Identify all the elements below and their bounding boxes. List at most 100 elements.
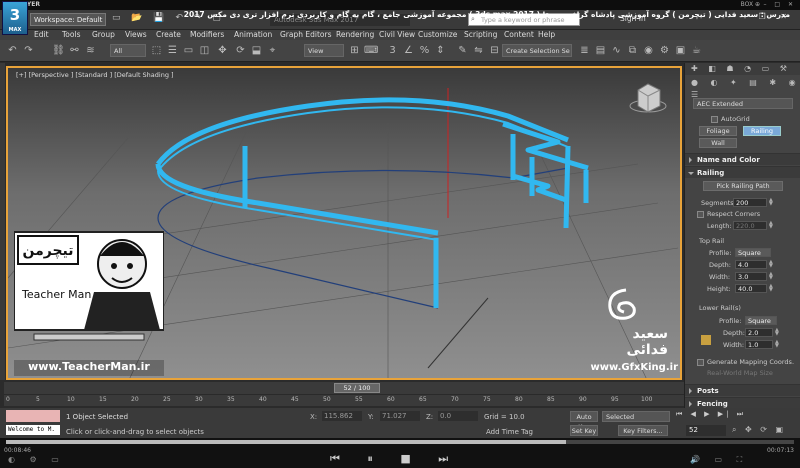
segments-field[interactable]: 200 [733,198,767,207]
menu-group[interactable]: Group [92,30,115,40]
render-frame-icon[interactable]: ▣ [674,44,687,57]
schematic-icon[interactable]: ⧉ [626,44,639,57]
place-icon[interactable]: ⌖ [266,44,279,57]
scale-icon[interactable]: ⬓ [250,44,263,57]
viewcube[interactable] [629,83,667,113]
length-field[interactable]: 220.0 [733,221,767,230]
menu-create[interactable]: Create [156,30,181,40]
move-icon[interactable]: ✥ [216,44,229,57]
maxscript-input[interactable]: Welcome to M. [6,425,60,435]
menu-customize[interactable]: Customize [418,30,457,40]
percent-snap-icon[interactable]: % [418,44,431,57]
player-right-icons[interactable]: 🔊 ▭ ⛶ [690,455,748,465]
menu-views[interactable]: Views [125,30,147,40]
menu-tools[interactable]: Tools [62,30,80,40]
key-mode-dropdown[interactable]: Selected [602,411,670,422]
player-window-controls[interactable]: – □ ✕ [763,0,796,10]
menu-modifiers[interactable]: Modifiers [190,30,224,40]
rollout-railing[interactable]: Railing [685,166,800,178]
segments-spinner[interactable]: ▲ ▼ [769,198,773,207]
snap-icon[interactable]: 3 [386,44,399,57]
ribbon-icon[interactable]: ▤ [594,44,607,57]
render-setup-icon[interactable]: ⚙ [658,44,671,57]
select-by-name-icon[interactable]: ☰ [166,44,179,57]
layer-explorer-icon[interactable]: ≣ [578,44,591,57]
lower-width-field[interactable]: 1.0 [745,340,773,349]
key-filters-button[interactable]: Key Filters... [618,425,668,436]
railing-object[interactable] [155,97,589,308]
window-crossing-icon[interactable]: ◫ [198,44,211,57]
time-slider-thumb[interactable]: 52 / 100 [334,383,380,393]
lower-rail-spacing-icon[interactable] [701,335,711,345]
menu-scripting[interactable]: Scripting [464,30,497,40]
menu-rendering[interactable]: Rendering [336,30,374,40]
select-object-icon[interactable]: ⬚ [150,44,163,57]
menu-help[interactable]: Help [538,30,555,40]
selection-filter-dropdown[interactable]: All [110,44,146,57]
viewport-navigation-icons[interactable]: ⌕ ✥ ⟳ ▣ [732,425,786,435]
x-coordinate-field[interactable]: 115.862 [322,411,362,421]
render-icon[interactable]: ☕ [690,44,703,57]
named-selection-sets-dropdown[interactable]: Create Selection Se [502,44,572,57]
playback-controls[interactable]: ⏮ ◀ ▶ ▶| ⏭ [676,410,796,422]
current-frame-field[interactable]: 52 [686,425,726,436]
pick-railing-path-button[interactable]: Pick Railing Path [703,181,783,191]
player-playback-controls[interactable]: ⏮ ⏸ ■ ⏭ [330,452,460,466]
menu-content[interactable]: Content [504,30,534,40]
align-icon[interactable]: ⊟ [488,44,501,57]
rollout-posts[interactable]: Posts [685,384,800,396]
time-slider[interactable]: 52 / 100 [4,382,684,394]
link-icon[interactable]: ⛓ [52,44,65,57]
profile-dropdown[interactable]: Square [735,248,771,257]
length-spinner[interactable]: ▲ ▼ [769,221,773,230]
keyboard-shortcut-icon[interactable]: ⌨ [364,44,378,57]
menu-graph-editors[interactable]: Graph Editors [280,30,332,40]
height-field[interactable]: 40.0 [735,284,767,293]
reference-coordinate-dropdown[interactable]: View [304,44,344,57]
region-select-icon[interactable]: ▭ [182,44,195,57]
command-panel-tabs[interactable]: ✚ ◧ ☗ ◔ ▭ ⚒ [685,63,800,75]
lower-profile-dropdown[interactable]: Square [745,316,777,325]
curve-editor-icon[interactable]: ∿ [610,44,623,57]
height-spinner[interactable]: ▲ ▼ [769,284,773,293]
named-selection-icon[interactable]: ✎ [456,44,469,57]
autogrid-checkbox[interactable] [711,116,718,123]
menu-animation[interactable]: Animation [234,30,272,40]
set-key-button[interactable]: Set Key [570,425,598,436]
depth-field[interactable]: 4.0 [735,260,767,269]
depth-spinner[interactable]: ▲ ▼ [769,260,773,269]
rotate-icon[interactable]: ⟳ [234,44,247,57]
add-time-tag[interactable]: Add Time Tag [486,428,533,436]
respect-corners-checkbox[interactable] [697,211,704,218]
y-coordinate-field[interactable]: 71.027 [380,411,420,421]
spinner-snap-icon[interactable]: ⇕ [434,44,447,57]
lower-width-spinner[interactable]: ▲ ▼ [775,340,779,349]
lower-depth-field[interactable]: 2.0 [745,328,773,337]
create-category-icons[interactable]: ● ◐ ✦ ▤ ✱ ◉ ☰ [685,77,800,99]
width-spinner[interactable]: ▲ ▼ [769,272,773,281]
mirror-icon[interactable]: ⇋ [472,44,485,57]
player-left-icons[interactable]: ◐ ⚙ ▭ [8,455,65,464]
width-field[interactable]: 3.0 [735,272,767,281]
angle-snap-icon[interactable]: ∠ [402,44,415,57]
redo-icon[interactable]: ↷ [22,44,35,57]
unlink-icon[interactable]: ⚯ [68,44,81,57]
z-coordinate-field[interactable]: 0.0 [438,411,478,421]
foliage-button[interactable]: Foliage [699,126,737,136]
undo-icon[interactable]: ↶ [6,44,19,57]
maxscript-listener[interactable] [6,410,60,422]
player-box-menu[interactable]: BOX ⊕ [741,0,760,10]
material-editor-icon[interactable]: ◉ [642,44,655,57]
bind-spacewarp-icon[interactable]: ≋ [84,44,97,57]
object-category-dropdown[interactable]: AEC Extended [693,98,793,109]
auto-key-button[interactable]: Auto Key [570,411,598,431]
track-bar[interactable]: 0 5 10 15 20 25 30 35 40 45 50 55 60 65 … [4,394,684,406]
wall-button[interactable]: Wall [699,138,737,148]
menu-civil-view[interactable]: Civil View [379,30,415,40]
railing-button[interactable]: Railing [743,126,781,136]
lower-depth-spinner[interactable]: ▲ ▼ [775,328,779,337]
menu-edit[interactable]: Edit [34,30,49,40]
pivot-icon[interactable]: ⊞ [348,44,361,57]
rollout-name-color[interactable]: Name and Color [685,153,800,165]
generate-mapping-checkbox[interactable] [697,359,704,366]
